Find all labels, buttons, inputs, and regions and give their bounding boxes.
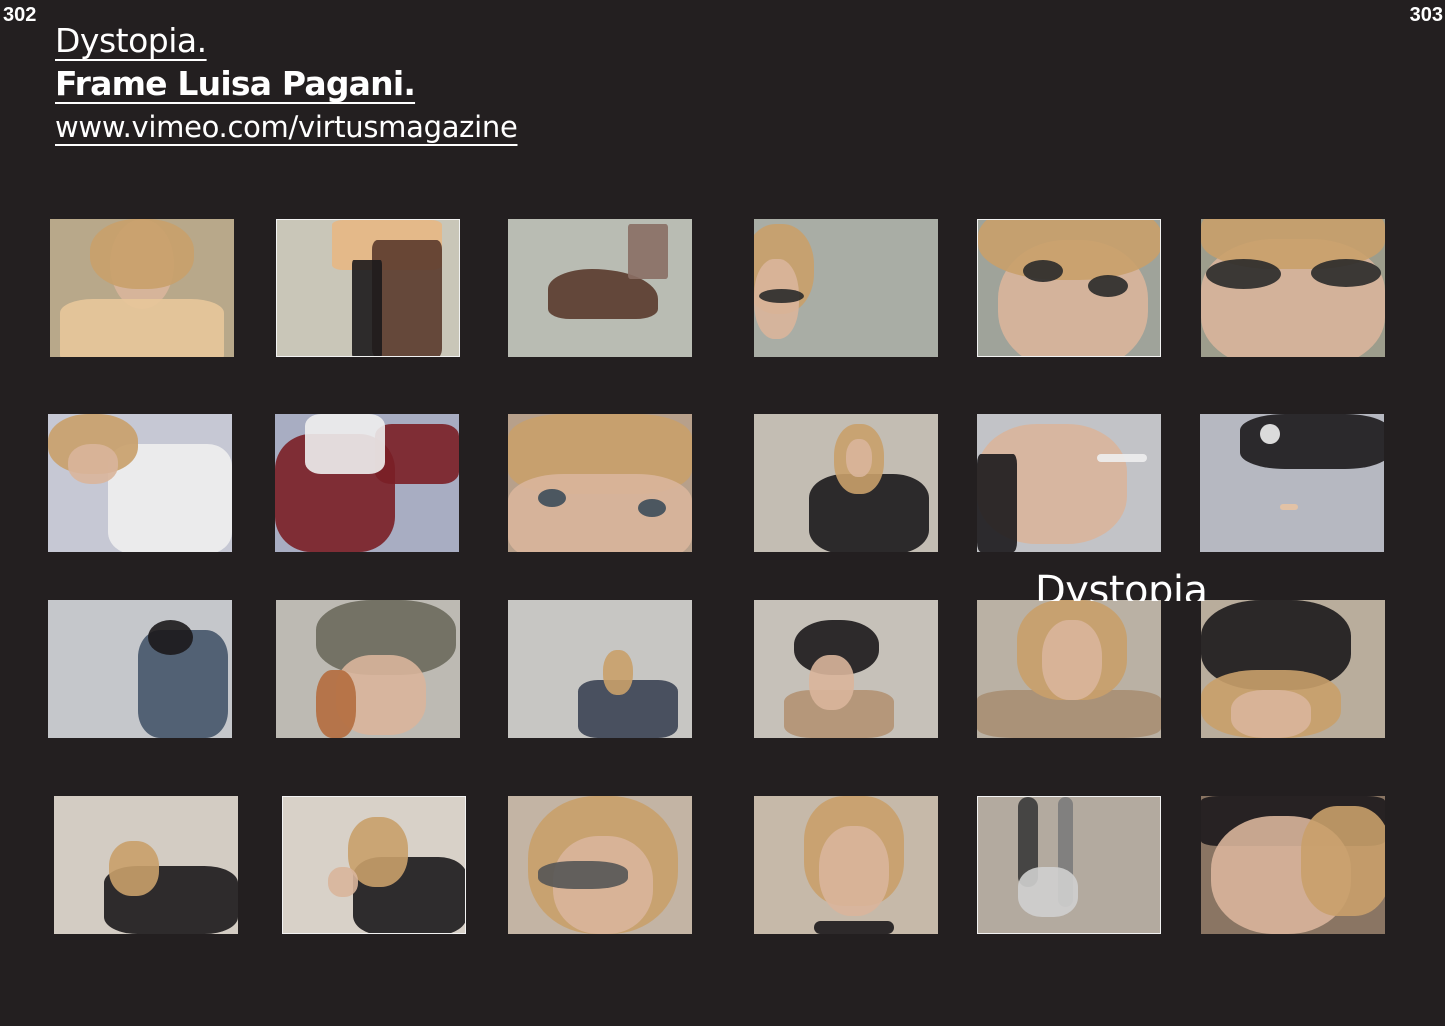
- article-title: Dystopia.: [55, 21, 207, 60]
- frame-figure-shape: [352, 260, 382, 356]
- frame-figure-shape: [1280, 504, 1298, 510]
- film-frame: [48, 600, 232, 738]
- page-number-left: 302: [3, 4, 37, 26]
- frame-figure-shape: [814, 921, 894, 934]
- frame-figure-shape: [846, 439, 872, 477]
- film-frame: [50, 219, 234, 357]
- film-frame: [275, 414, 459, 552]
- frame-figure-shape: [1023, 260, 1063, 282]
- article-header: Dystopia. Frame Luisa Pagani. www.vimeo.…: [55, 20, 518, 148]
- frame-figure-shape: [1042, 620, 1102, 700]
- frame-figure-shape: [759, 289, 804, 303]
- film-frame: [1200, 414, 1384, 552]
- film-frame: [276, 600, 460, 738]
- film-frame: [977, 414, 1161, 552]
- frame-figure-shape: [148, 620, 193, 655]
- frame-figure-shape: [1260, 424, 1280, 444]
- frame-figure-shape: [809, 655, 854, 710]
- film-frame: [54, 796, 238, 934]
- frame-figure-shape: [90, 219, 194, 289]
- frame-figure-shape: [1018, 867, 1078, 917]
- film-frame: [282, 796, 466, 934]
- frame-figure-shape: [538, 489, 566, 507]
- frame-figure-shape: [978, 220, 1160, 280]
- film-frame: [1201, 219, 1385, 357]
- frame-figure-shape: [819, 826, 889, 916]
- frame-figure-shape: [1240, 414, 1384, 469]
- vimeo-link[interactable]: www.vimeo.com/virtusmagazine: [55, 106, 518, 148]
- film-frame: [48, 414, 232, 552]
- film-frame: [977, 796, 1161, 934]
- frame-figure-shape: [1097, 454, 1147, 462]
- film-frame: [508, 414, 692, 552]
- frame-figure-shape: [372, 240, 442, 356]
- overlay-title: Dystopia: [1035, 568, 1208, 601]
- film-frame: [508, 600, 692, 738]
- film-frame: [977, 219, 1161, 357]
- frame-figure-shape: [977, 454, 1017, 552]
- frame-figure-shape: [375, 424, 459, 484]
- film-frame: [754, 796, 938, 934]
- film-frame: [1201, 796, 1385, 934]
- frame-figure-shape: [603, 650, 633, 695]
- frame-figure-shape: [638, 499, 666, 517]
- frame-figure-shape: [60, 299, 224, 357]
- frame-figure-shape: [316, 670, 356, 738]
- frame-figure-shape: [305, 414, 385, 474]
- frame-figure-shape: [1206, 259, 1281, 289]
- frame-figure-shape: [1301, 806, 1385, 916]
- film-frame: [1201, 600, 1385, 738]
- film-frame: [754, 600, 938, 738]
- film-frame: [977, 600, 1161, 738]
- film-frame: [508, 219, 692, 357]
- frame-figure-shape: [109, 841, 159, 896]
- frame-figure-shape: [1088, 275, 1128, 297]
- film-frame: [276, 219, 460, 357]
- frame-figure-shape: [1311, 259, 1381, 287]
- frame-figure-shape: [628, 224, 668, 279]
- frame-figure-shape: [1231, 690, 1311, 738]
- frame-figure-shape: [538, 861, 628, 889]
- frame-figure-shape: [328, 867, 358, 897]
- film-frame: [508, 796, 692, 934]
- frame-figure-shape: [508, 474, 692, 552]
- photographer-credit: Frame Luisa Pagani.: [55, 64, 416, 103]
- frame-figure-shape: [68, 444, 118, 484]
- page-number-right: 303: [1409, 4, 1443, 26]
- film-frame: [754, 219, 938, 357]
- film-frame: [754, 414, 938, 552]
